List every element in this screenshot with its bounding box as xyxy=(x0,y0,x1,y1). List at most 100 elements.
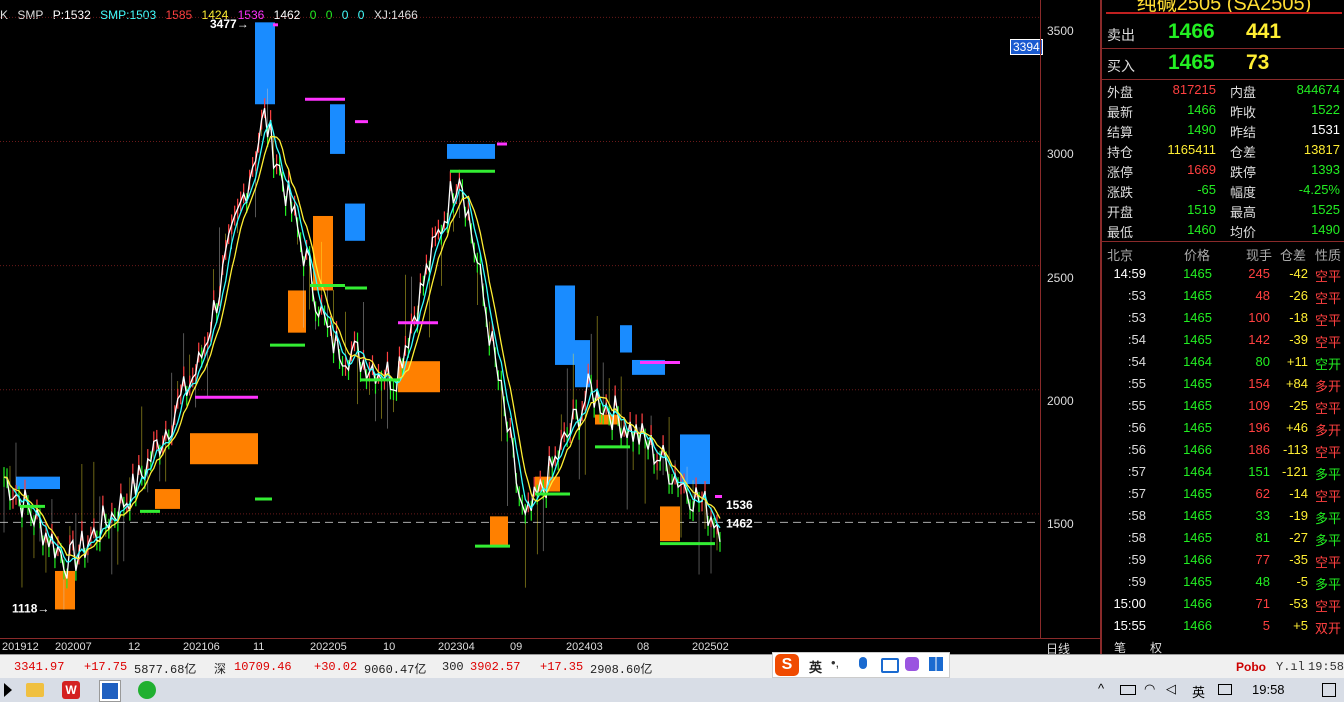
toolbox-icon[interactable] xyxy=(929,657,943,671)
keyboard-icon[interactable] xyxy=(881,658,899,673)
tick-time: :59 xyxy=(1127,552,1146,567)
stat-row: 涨停 1669 跌停 1393 xyxy=(1102,160,1344,180)
tick-volume: 71 xyxy=(1255,596,1270,611)
tick-price: 1466 xyxy=(1183,596,1212,611)
keyboard-layout-icon[interactable] xyxy=(1218,684,1232,695)
start-icon[interactable] xyxy=(4,683,12,697)
tick-row[interactable]: :53 1465 48 -26 空平 xyxy=(1102,285,1344,307)
stat-value: 1531 xyxy=(1311,122,1340,137)
stat-row: 最新 1466 昨收 1522 xyxy=(1102,100,1344,120)
tick-time: :56 xyxy=(1127,442,1146,457)
stat-value: 13817 xyxy=(1303,142,1340,157)
wps-icon[interactable]: W xyxy=(62,681,80,699)
tick-row[interactable]: 15:00 1466 71 -53 空平 xyxy=(1102,593,1344,615)
tick-price: 1465 xyxy=(1183,574,1212,589)
stat-row: 开盘 1519 最高 1525 xyxy=(1102,200,1344,220)
tick-row[interactable]: :56 1465 196 +46 多开 xyxy=(1102,417,1344,439)
x-tick: 202106 xyxy=(183,641,220,653)
chevron-up-icon[interactable]: ^ xyxy=(1098,681,1104,696)
index-status-bar: 3341.97 +17.75 5877.68亿 深 10709.46 +30.0… xyxy=(0,654,1344,679)
tick-oi-change: -121 xyxy=(1281,464,1308,479)
tick-volume: 100 xyxy=(1248,310,1270,325)
tick-row[interactable]: :59 1465 48 -5 多平 xyxy=(1102,571,1344,593)
tick-time: :55 xyxy=(1127,398,1146,413)
tick-price: 1466 xyxy=(1183,442,1212,457)
tick-time: :53 xyxy=(1127,288,1146,303)
tick-oi-change: -53 xyxy=(1289,596,1308,611)
tick-oi-change: -113 xyxy=(1282,442,1308,457)
contract-title: 纯碱2505 (SA2505) xyxy=(1102,0,1344,14)
tick-row[interactable]: :57 1464 151 -121 多平 xyxy=(1102,461,1344,483)
tick-row[interactable]: :54 1465 142 -39 空平 xyxy=(1102,329,1344,351)
stat-value: 1490 xyxy=(1187,122,1216,137)
y-tick: 3500 xyxy=(1047,24,1074,38)
x-tick: 201912 xyxy=(2,641,39,653)
tick-time: :57 xyxy=(1127,486,1146,501)
volume-icon[interactable]: ◁ xyxy=(1166,681,1176,697)
tick-row[interactable]: :56 1466 186 -113 空平 xyxy=(1102,439,1344,461)
tick-nature: 空平 xyxy=(1315,269,1342,284)
sell-volume: 441 xyxy=(1246,20,1282,43)
buy-price: 1465 xyxy=(1168,51,1215,74)
kline-chart-svg[interactable]: 3477→ 1118→ 1536 1462 xyxy=(0,0,1040,638)
punctuation-icon[interactable]: •, xyxy=(831,655,839,670)
stat-value: 1669 xyxy=(1187,162,1216,177)
tick-oi-change: -19 xyxy=(1289,508,1308,523)
tick-time: :58 xyxy=(1127,530,1146,545)
tick-row[interactable]: :58 1465 81 -27 多平 xyxy=(1102,527,1344,549)
tick-volume: 77 xyxy=(1255,552,1270,567)
stat-label: 最高 xyxy=(1230,205,1257,220)
index3-amount: 2908.60亿 xyxy=(590,663,653,677)
ime-toolbar[interactable]: S 英 •, xyxy=(772,652,950,678)
orange-box xyxy=(190,433,258,465)
stat-label: 最低 xyxy=(1107,225,1134,240)
wechat-icon[interactable] xyxy=(138,681,156,699)
kline-chart[interactable]: 3477→ 1118→ 1536 1462 xyxy=(0,0,1040,638)
tick-row[interactable]: :58 1465 33 -19 多平 xyxy=(1102,505,1344,527)
file-explorer-icon[interactable] xyxy=(26,683,44,697)
period-label[interactable]: 日线 xyxy=(1040,638,1100,656)
notification-icon[interactable] xyxy=(1322,683,1336,697)
price-label-1462: 1462 xyxy=(726,516,753,530)
price-axis[interactable]: 3500 3000 2500 2000 1500 xyxy=(1040,0,1101,638)
tick-price: 1465 xyxy=(1183,310,1212,325)
quote-panel: 纯碱2505 (SA2505) 卖出 1466 441 买入 1465 73 外… xyxy=(1100,0,1344,654)
sogou-logo-icon[interactable]: S xyxy=(775,654,799,676)
tick-oi-change: +11 xyxy=(1286,354,1308,369)
index2-name: 深 xyxy=(214,663,227,677)
pobo-app-icon[interactable] xyxy=(100,681,120,701)
stat-value: 1519 xyxy=(1187,202,1216,217)
tick-row[interactable]: :55 1465 154 +84 多开 xyxy=(1102,373,1344,395)
tick-volume: 154 xyxy=(1248,376,1270,391)
stat-label: 内盘 xyxy=(1230,85,1257,100)
tick-row[interactable]: 15:55 1466 5 +5 双开 xyxy=(1102,615,1344,637)
index2-change: +30.02 xyxy=(314,660,358,674)
tick-volume: 80 xyxy=(1255,354,1270,369)
ma-line xyxy=(3,119,721,563)
tick-row[interactable]: :53 1465 100 -18 空平 xyxy=(1102,307,1344,329)
low-annotation: 1118→ xyxy=(12,602,49,616)
tick-row[interactable]: :55 1465 109 -25 空平 xyxy=(1102,395,1344,417)
taskbar-lang[interactable]: 英 xyxy=(1192,682,1205,701)
tick-row[interactable]: :59 1466 77 -35 空平 xyxy=(1102,549,1344,571)
skin-icon[interactable] xyxy=(905,657,919,671)
taskbar-clock[interactable]: 19:58 xyxy=(1252,682,1285,697)
microphone-icon[interactable] xyxy=(859,657,867,669)
tick-nature: 空平 xyxy=(1315,599,1342,614)
sell-row: 卖出 1466 441 xyxy=(1102,18,1344,48)
title-underline xyxy=(1106,12,1342,14)
tick-row[interactable]: 14:59 1465 245 -42 空平 xyxy=(1102,263,1344,285)
tick-time: 15:55 xyxy=(1113,618,1146,633)
tick-price: 1464 xyxy=(1183,354,1212,369)
y-tick: 3000 xyxy=(1047,147,1074,161)
ticks-header-oi: 仓差 xyxy=(1280,248,1307,263)
x-tick: 08 xyxy=(637,641,650,653)
stat-value: 1466 xyxy=(1187,102,1216,117)
tick-row[interactable]: :54 1464 80 +11 空开 xyxy=(1102,351,1344,373)
battery-icon[interactable] xyxy=(1120,685,1136,695)
ime-lang-label[interactable]: 英 xyxy=(809,657,822,676)
stat-label: 昨收 xyxy=(1230,105,1257,120)
tick-row[interactable]: :57 1465 62 -14 空平 xyxy=(1102,483,1344,505)
wifi-icon[interactable]: ◠ xyxy=(1144,681,1155,697)
tick-time: :57 xyxy=(1127,464,1146,479)
